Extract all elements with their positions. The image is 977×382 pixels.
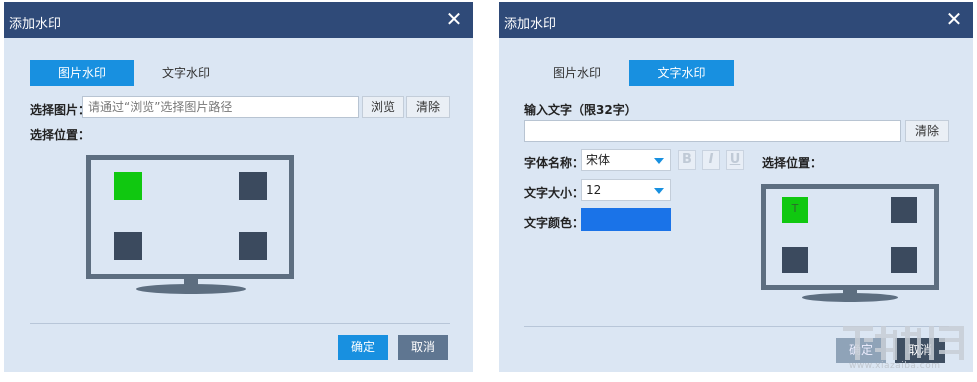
underline-button[interactable]: U <box>726 150 744 170</box>
text-color-label: 文字颜色： <box>524 216 585 230</box>
tab-image-watermark[interactable]: 图片水印 <box>30 60 134 86</box>
ok-button[interactable]: 确定 <box>338 335 388 360</box>
position-top-right[interactable] <box>239 172 267 200</box>
input-text-label: 输入文字（限32字） <box>524 103 637 117</box>
font-name-label: 字体名称： <box>524 156 585 170</box>
image-watermark-dialog: 添加水印 ✕ 图片水印 文字水印 选择图片： 请通过“浏览”选择图片路径 浏览 … <box>4 2 473 372</box>
italic-button[interactable]: I <box>702 150 720 170</box>
dialog-title: 添加水印 <box>504 17 557 32</box>
font-name-value: 宋体 <box>586 153 611 167</box>
position-bottom-right[interactable] <box>239 232 267 260</box>
tab-text-watermark[interactable]: 文字水印 <box>629 60 734 86</box>
position-top-left[interactable] <box>114 172 142 200</box>
selected-position-marker: T <box>791 202 799 215</box>
position-bottom-right[interactable] <box>891 247 917 273</box>
font-size-label: 文字大小： <box>524 186 585 200</box>
monitor-base <box>136 284 246 294</box>
position-bottom-left[interactable] <box>114 232 142 260</box>
tab-image-watermark[interactable]: 图片水印 <box>525 60 629 86</box>
select-position-label: 选择位置： <box>30 128 91 142</box>
cancel-button[interactable]: 取消 <box>895 338 945 363</box>
clear-button[interactable]: 清除 <box>406 96 450 118</box>
footer-divider <box>524 326 949 327</box>
chevron-down-icon <box>654 158 664 164</box>
clear-button[interactable]: 清除 <box>905 120 949 142</box>
image-path-input[interactable]: 请通过“浏览”选择图片路径 <box>82 96 359 118</box>
chevron-down-icon <box>654 188 664 194</box>
monitor-base <box>802 293 898 302</box>
footer-divider <box>30 323 450 324</box>
text-watermark-dialog: 添加水印 ✕ 图片水印 文字水印 输入文字（限32字） 清除 字体名称： 宋体 … <box>499 2 973 372</box>
browse-button[interactable]: 浏览 <box>362 96 404 118</box>
select-image-label: 选择图片： <box>30 103 91 117</box>
close-icon[interactable]: ✕ <box>444 8 464 30</box>
title-bar: 添加水印 ✕ <box>4 2 473 38</box>
select-position-label: 选择位置： <box>762 156 823 170</box>
cancel-button[interactable]: 取消 <box>398 335 448 360</box>
tab-text-watermark[interactable]: 文字水印 <box>134 60 238 86</box>
font-size-select[interactable]: 12 <box>581 179 671 201</box>
watermark-text-input[interactable] <box>524 120 901 142</box>
close-icon[interactable]: ✕ <box>944 8 964 30</box>
bold-button[interactable]: B <box>678 150 696 170</box>
font-name-select[interactable]: 宋体 <box>581 149 671 171</box>
font-size-value: 12 <box>586 183 602 197</box>
ok-button[interactable]: 确定 <box>836 338 886 363</box>
position-top-left[interactable]: T <box>782 197 808 223</box>
position-top-right[interactable] <box>891 197 917 223</box>
position-bottom-left[interactable] <box>782 247 808 273</box>
dialog-title: 添加水印 <box>9 17 62 32</box>
text-color-swatch[interactable] <box>581 208 671 231</box>
title-bar: 添加水印 ✕ <box>499 2 973 38</box>
